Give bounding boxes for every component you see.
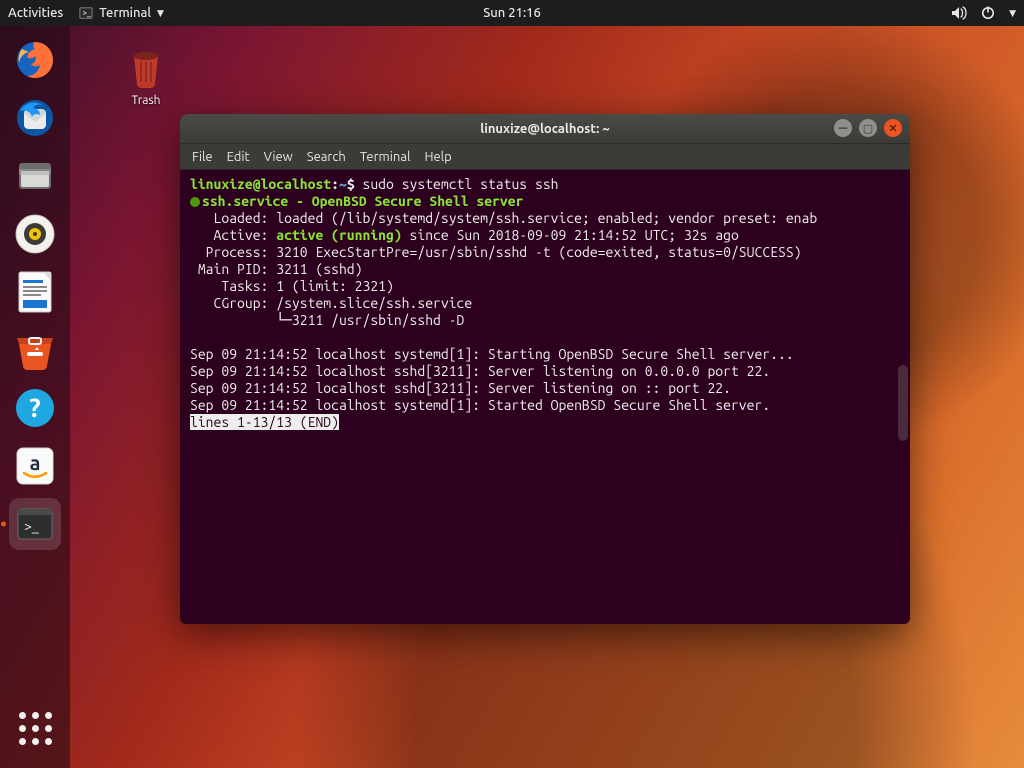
menu-help[interactable]: Help: [424, 150, 451, 164]
active-rest: since Sun 2018-09-09 21:14:52 UTC; 32s a…: [402, 227, 739, 243]
launcher-dock: ? a >_: [0, 26, 70, 768]
app-menu-label: Terminal: [99, 6, 151, 20]
window-minimize-button[interactable]: －: [834, 119, 852, 137]
window-titlebar[interactable]: linuxize@localhost: ~ － ▢ ✕: [180, 114, 910, 144]
dock-item-rhythmbox[interactable]: [9, 208, 61, 260]
cgroup-line: CGroup: /system.slice/ssh.service: [190, 295, 472, 311]
log-line: Sep 09 21:14:52 localhost systemd[1]: St…: [190, 346, 794, 362]
volume-icon: [951, 6, 967, 20]
running-indicator-icon: [1, 522, 6, 527]
app-menu-button[interactable]: >_ Terminal ▼: [79, 6, 164, 20]
mainpid-line: Main PID: 3211 (sshd): [190, 261, 362, 277]
cgroup-child-line: └─3211 /usr/sbin/sshd -D: [190, 312, 464, 328]
activities-button[interactable]: Activities: [8, 6, 63, 20]
status-dot-icon: [190, 197, 200, 207]
svg-text:?: ?: [29, 393, 40, 422]
dock-item-terminal[interactable]: >_: [9, 498, 61, 550]
chevron-down-icon: ▼: [1009, 8, 1016, 19]
svg-text:>_: >_: [24, 518, 39, 534]
menu-search[interactable]: Search: [307, 150, 346, 164]
menu-edit[interactable]: Edit: [227, 150, 250, 164]
dock-item-writer[interactable]: [9, 266, 61, 318]
tasks-line: Tasks: 1 (limit: 2321): [190, 278, 394, 294]
menu-terminal[interactable]: Terminal: [360, 150, 411, 164]
top-bar: Activities >_ Terminal ▼ Sun 21:16 ▼: [0, 0, 1024, 26]
svg-text:>_: >_: [83, 10, 91, 18]
dock-item-help[interactable]: ?: [9, 382, 61, 434]
clock[interactable]: Sun 21:16: [483, 6, 541, 20]
dock-item-amazon[interactable]: a: [9, 440, 61, 492]
terminal-scrollbar[interactable]: [898, 365, 908, 441]
trash-icon: [122, 42, 170, 90]
menu-file[interactable]: File: [192, 150, 213, 164]
log-line: Sep 09 21:14:52 localhost systemd[1]: St…: [190, 397, 770, 413]
trash-desktop-icon[interactable]: Trash: [106, 42, 186, 107]
command-text: sudo systemctl status ssh: [363, 176, 559, 192]
menu-view[interactable]: View: [264, 150, 293, 164]
terminal-icon: >_: [79, 6, 93, 20]
process-line: Process: 3210 ExecStartPre=/usr/sbin/ssh…: [190, 244, 802, 260]
dock-item-thunderbird[interactable]: [9, 92, 61, 144]
show-applications-button[interactable]: [9, 702, 61, 754]
service-line: ssh.service - OpenBSD Secure Shell serve…: [202, 193, 523, 209]
dock-item-firefox[interactable]: [9, 34, 61, 86]
window-close-button[interactable]: ✕: [884, 119, 902, 137]
apps-grid-icon: [19, 712, 52, 745]
log-line: Sep 09 21:14:52 localhost sshd[3211]: Se…: [190, 380, 731, 396]
active-status: active (running): [276, 227, 401, 243]
dock-item-software[interactable]: [9, 324, 61, 376]
log-line: Sep 09 21:14:52 localhost sshd[3211]: Se…: [190, 363, 770, 379]
window-maximize-button[interactable]: ▢: [859, 119, 877, 137]
terminal-menubar: File Edit View Search Terminal Help: [180, 144, 910, 170]
prompt-path: ~: [339, 176, 347, 192]
trash-label: Trash: [106, 94, 186, 107]
chevron-down-icon: ▼: [157, 8, 164, 19]
system-status-area[interactable]: ▼: [951, 6, 1016, 20]
dock-item-files[interactable]: [9, 150, 61, 202]
prompt-user: linuxize@localhost: [190, 176, 331, 192]
terminal-window: linuxize@localhost: ~ － ▢ ✕ File Edit Vi…: [180, 114, 910, 624]
power-icon: [981, 6, 995, 20]
window-title: linuxize@localhost: ~: [480, 122, 609, 136]
active-prefix: Active:: [190, 227, 276, 243]
terminal-viewport[interactable]: linuxize@localhost:~$ sudo systemctl sta…: [180, 170, 910, 624]
svg-text:a: a: [30, 451, 41, 474]
pager-end: lines 1-13/13 (END): [190, 414, 339, 430]
loaded-line: Loaded: loaded (/lib/systemd/system/ssh.…: [190, 210, 817, 226]
